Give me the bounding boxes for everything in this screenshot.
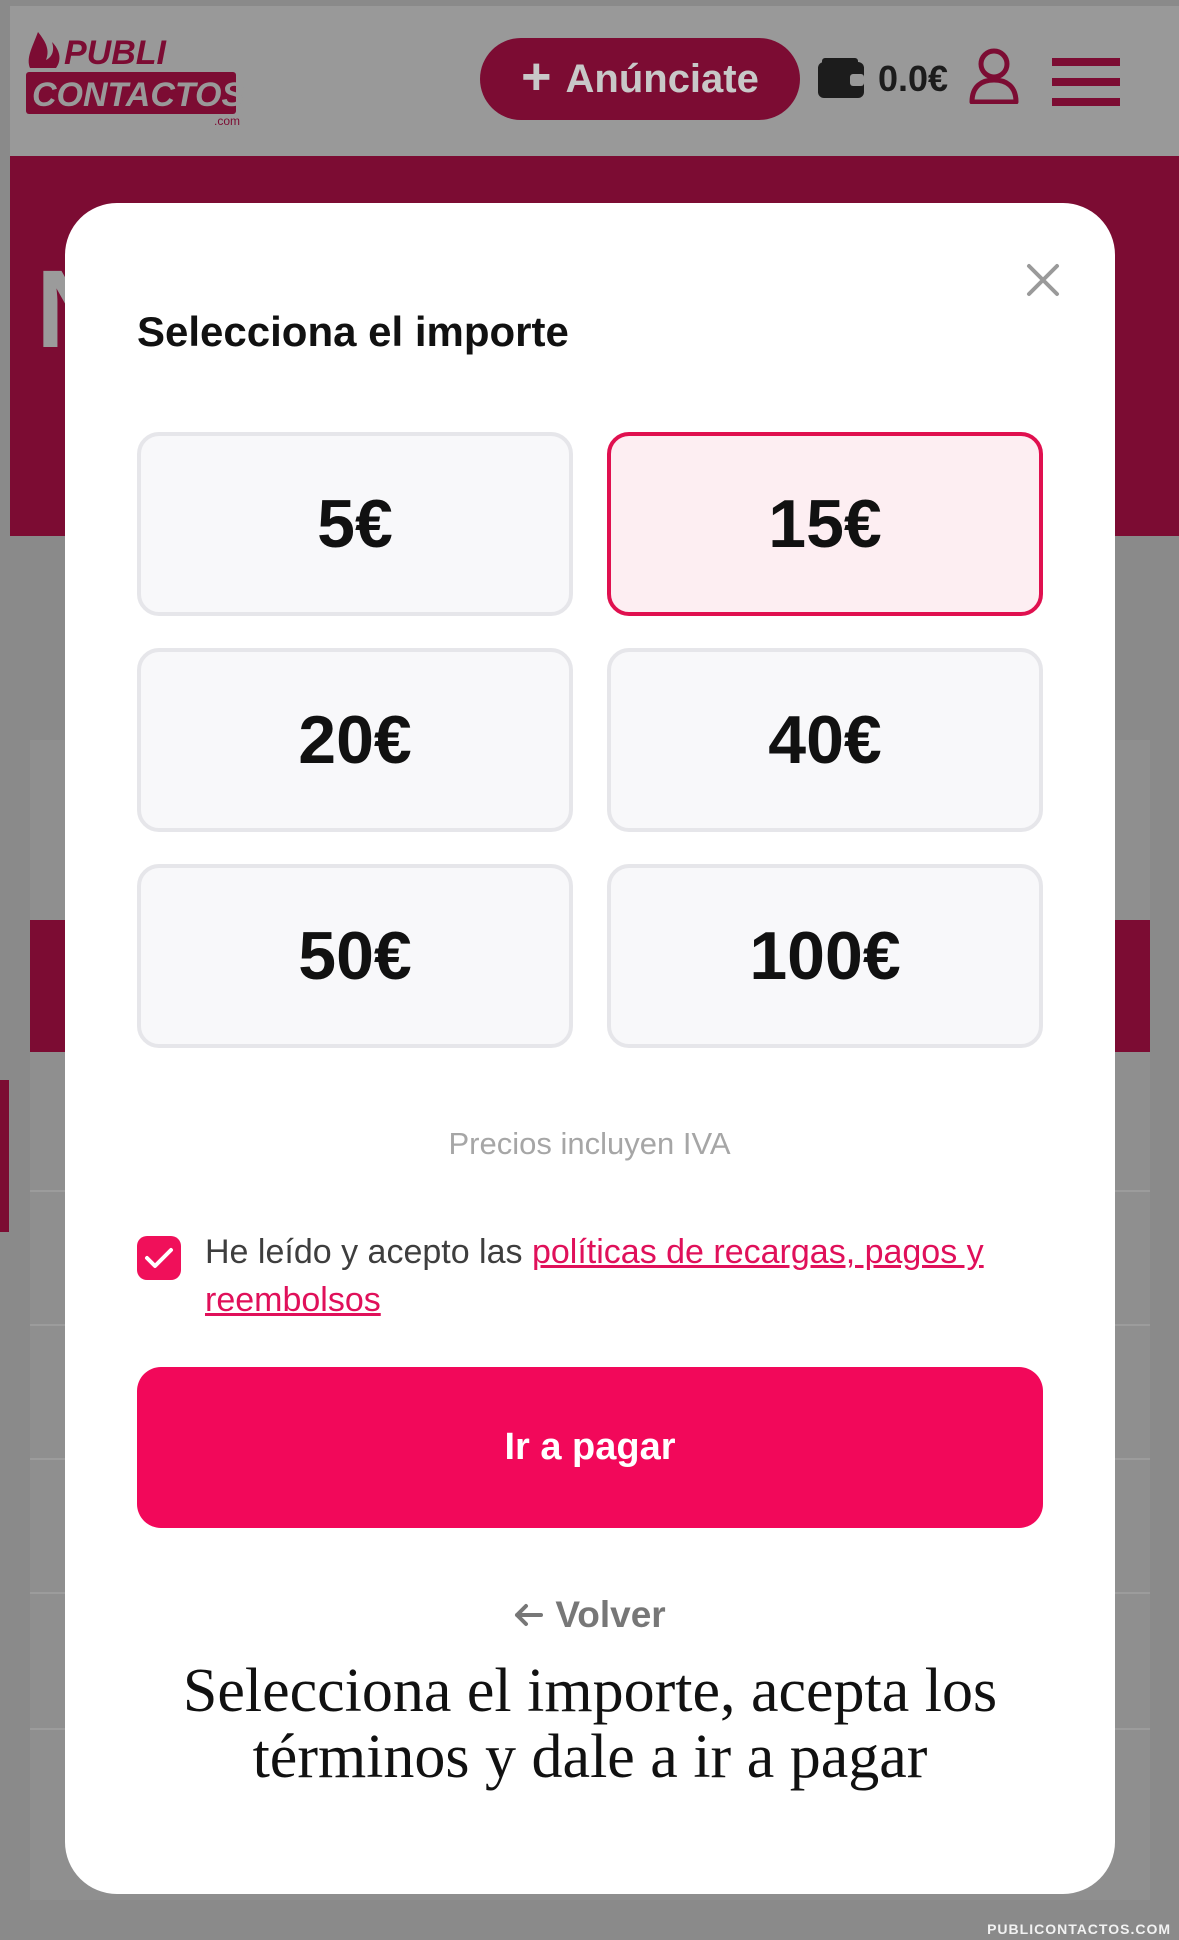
amount-option-40[interactable]: 40€ [607, 648, 1043, 832]
back-label: Volver [555, 1594, 666, 1635]
flame-icon [28, 32, 60, 68]
price-note: Precios incluyen IVA [448, 1126, 731, 1161]
amount-grid: 5€ 15€ 20€ 40€ 50€ 100€ [137, 432, 1043, 1048]
amount-option-50[interactable]: 50€ [137, 864, 573, 1048]
hamburger-menu-icon[interactable] [1052, 58, 1120, 106]
advertise-label: Anúnciate [565, 56, 759, 101]
amount-option-20[interactable]: 20€ [137, 648, 573, 832]
arrow-left-icon [515, 1604, 544, 1626]
wallet-balance[interactable]: 0.0€ [878, 58, 948, 100]
terms-prefix: He leído y acepto las [205, 1233, 532, 1271]
modal-title: Selecciona el importe [137, 308, 569, 355]
advertise-button[interactable]: + Anúnciate [480, 38, 800, 120]
svg-text:PUBLI: PUBLI [64, 34, 168, 72]
wallet-icon[interactable] [818, 58, 864, 98]
pay-button[interactable]: Ir a pagar [137, 1367, 1043, 1528]
amount-option-5[interactable]: 5€ [137, 432, 573, 616]
footer-credit: PUBLICONTACTOS.COM [987, 1921, 1171, 1937]
close-icon[interactable] [1026, 263, 1060, 297]
amount-option-100[interactable]: 100€ [607, 864, 1043, 1048]
svg-text:CONTACTOS: CONTACTOS [32, 76, 245, 114]
plus-icon: + [521, 48, 552, 106]
terms-label: He leído y acepto las políticas de recar… [205, 1228, 985, 1324]
amount-option-15-selected[interactable]: 15€ [607, 432, 1043, 616]
site-logo[interactable]: PUBLI CONTACTOS .com [24, 28, 254, 128]
instruction-caption: Selecciona el importe, acepta los términ… [182, 1657, 998, 1791]
check-icon [145, 1248, 173, 1268]
svg-text:.com: .com [214, 114, 240, 128]
back-link[interactable]: Volver [0, 1594, 1179, 1636]
terms-checkbox[interactable] [137, 1236, 181, 1280]
user-icon[interactable] [968, 48, 1020, 104]
